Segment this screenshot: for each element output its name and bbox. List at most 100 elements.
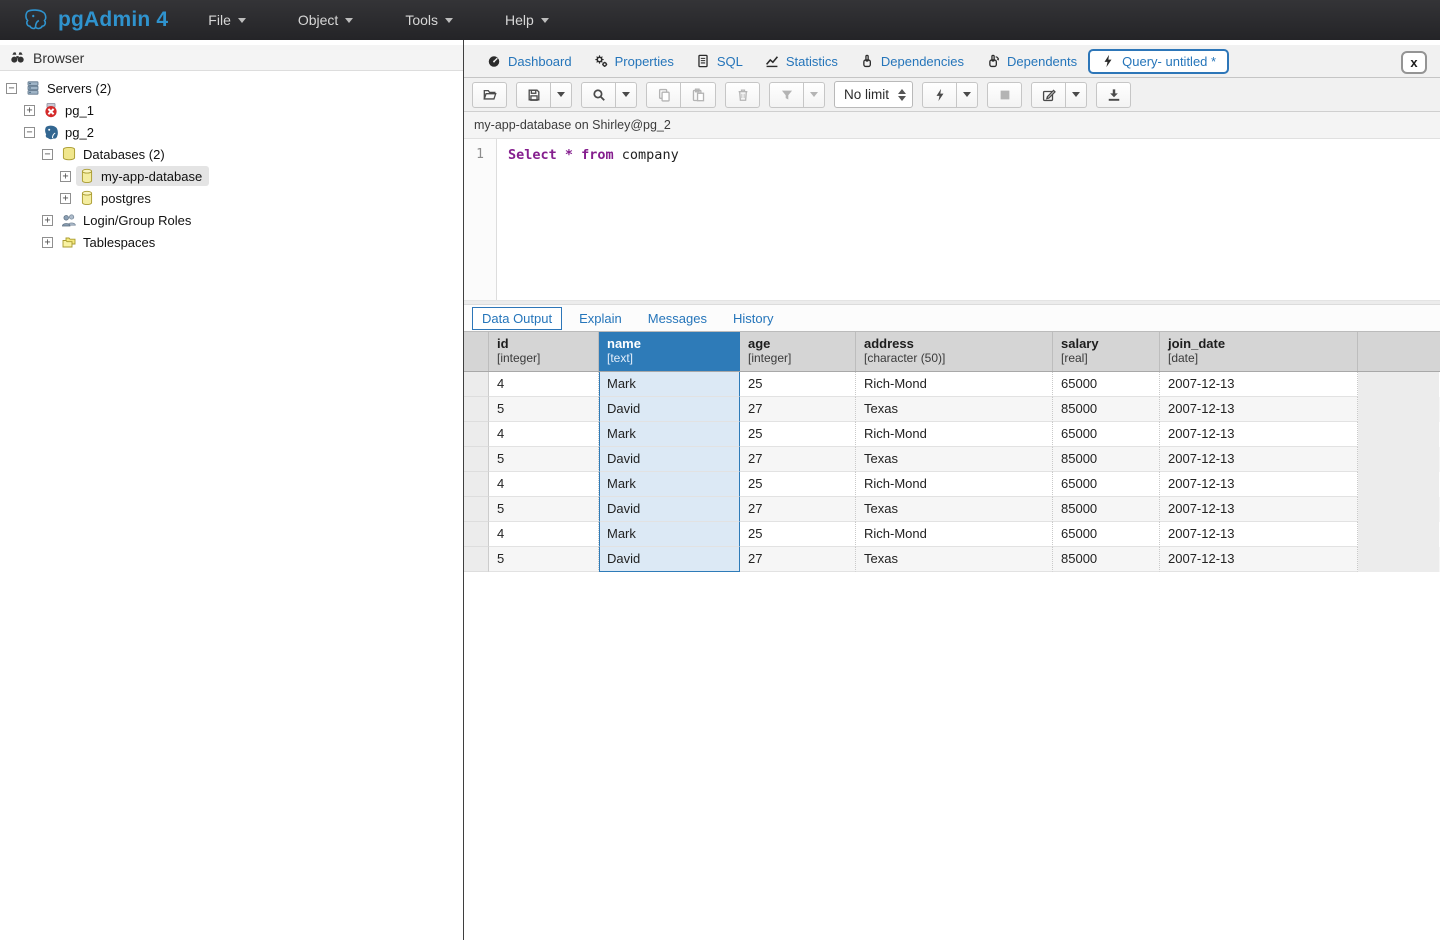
- menu-help[interactable]: Help: [491, 0, 563, 40]
- output-tab-history[interactable]: History: [720, 308, 786, 329]
- tree-node-content[interactable]: Servers (2): [22, 78, 118, 98]
- cell-join_date[interactable]: 2007-12-13: [1160, 547, 1358, 572]
- row-selector-cell[interactable]: [464, 472, 489, 497]
- cell-name[interactable]: Mark: [599, 422, 740, 447]
- grid-corner-cell[interactable]: [464, 332, 489, 371]
- tab-dependents[interactable]: Dependents: [975, 50, 1088, 73]
- execute-button[interactable]: [922, 82, 957, 108]
- find-button[interactable]: [581, 82, 616, 108]
- paste-button[interactable]: [681, 82, 716, 108]
- cell-salary[interactable]: 65000: [1053, 422, 1160, 447]
- tree-node-content[interactable]: Login/Group Roles: [58, 210, 198, 230]
- tree-item-postgres[interactable]: + postgres: [0, 187, 463, 209]
- cell-name[interactable]: Mark: [599, 472, 740, 497]
- menu-tools[interactable]: Tools: [391, 0, 467, 40]
- tree-node-content[interactable]: pg_1: [40, 100, 101, 120]
- tab-dependencies[interactable]: Dependencies: [849, 50, 975, 73]
- menu-file[interactable]: File: [194, 0, 260, 40]
- cell-join_date[interactable]: 2007-12-13: [1160, 472, 1358, 497]
- cell-salary[interactable]: 85000: [1053, 447, 1160, 472]
- cell-address[interactable]: Rich-Mond: [856, 422, 1053, 447]
- cell-id[interactable]: 5: [489, 397, 599, 422]
- column-header-join_date[interactable]: join_date[date]: [1160, 332, 1358, 371]
- copy-button[interactable]: [646, 82, 681, 108]
- menu-object[interactable]: Object: [284, 0, 367, 40]
- cell-name[interactable]: David: [599, 547, 740, 572]
- tree-node-content[interactable]: Tablespaces: [58, 232, 162, 252]
- cell-name[interactable]: Mark: [599, 522, 740, 547]
- tab-statistics[interactable]: Statistics: [754, 50, 849, 73]
- cell-age[interactable]: 25: [740, 522, 856, 547]
- find-options-button[interactable]: [616, 82, 637, 108]
- output-tab-data-output[interactable]: Data Output: [472, 307, 562, 330]
- column-header-salary[interactable]: salary[real]: [1053, 332, 1160, 371]
- open-file-button[interactable]: [472, 82, 507, 108]
- cell-join_date[interactable]: 2007-12-13: [1160, 522, 1358, 547]
- save-options-button[interactable]: [551, 82, 572, 108]
- tree-item-pg-2[interactable]: −pg_2: [0, 121, 463, 143]
- tab-properties[interactable]: Properties: [583, 50, 685, 73]
- cell-address[interactable]: Texas: [856, 547, 1053, 572]
- filter-button[interactable]: [769, 82, 804, 108]
- tab-query-untitled[interactable]: Query- untitled *: [1088, 49, 1229, 74]
- cell-salary[interactable]: 65000: [1053, 522, 1160, 547]
- tree-item-tablespaces[interactable]: + Tablespaces: [0, 231, 463, 253]
- cell-name[interactable]: David: [599, 397, 740, 422]
- cell-age[interactable]: 27: [740, 447, 856, 472]
- column-header-name[interactable]: name[text]: [599, 332, 740, 371]
- tree-node-content[interactable]: Databases (2): [58, 144, 172, 164]
- edit-button[interactable]: [1031, 82, 1066, 108]
- cell-salary[interactable]: 85000: [1053, 397, 1160, 422]
- tree-item-servers-2-[interactable]: −Servers (2): [0, 77, 463, 99]
- cell-address[interactable]: Texas: [856, 447, 1053, 472]
- cell-salary[interactable]: 85000: [1053, 497, 1160, 522]
- output-tab-explain[interactable]: Explain: [566, 308, 635, 329]
- tree-item-my-app-database[interactable]: +my-app-database: [0, 165, 463, 187]
- cell-address[interactable]: Rich-Mond: [856, 522, 1053, 547]
- stop-button[interactable]: [987, 82, 1022, 108]
- cell-name[interactable]: Mark: [599, 372, 740, 397]
- row-selector-cell[interactable]: [464, 522, 489, 547]
- cell-age[interactable]: 27: [740, 397, 856, 422]
- expander-plus-icon[interactable]: +: [42, 215, 53, 226]
- cell-join_date[interactable]: 2007-12-13: [1160, 397, 1358, 422]
- row-selector-cell[interactable]: [464, 372, 489, 397]
- tree-item-databases-2-[interactable]: −Databases (2): [0, 143, 463, 165]
- tree-item-login-group-roles[interactable]: + Login/Group Roles: [0, 209, 463, 231]
- column-header-age[interactable]: age[integer]: [740, 332, 856, 371]
- cell-age[interactable]: 27: [740, 497, 856, 522]
- expander-plus-icon[interactable]: +: [60, 193, 71, 204]
- cell-age[interactable]: 25: [740, 472, 856, 497]
- cell-join_date[interactable]: 2007-12-13: [1160, 422, 1358, 447]
- tab-dashboard[interactable]: Dashboard: [476, 50, 583, 73]
- cell-age[interactable]: 27: [740, 547, 856, 572]
- download-button[interactable]: [1096, 82, 1131, 108]
- cell-address[interactable]: Rich-Mond: [856, 472, 1053, 497]
- execute-options-button[interactable]: [957, 82, 978, 108]
- sql-code-area[interactable]: Select * from company: [497, 139, 1440, 300]
- cell-address[interactable]: Texas: [856, 397, 1053, 422]
- close-panel-button[interactable]: x: [1401, 51, 1427, 74]
- expander-minus-icon[interactable]: −: [24, 127, 35, 138]
- row-selector-cell[interactable]: [464, 497, 489, 522]
- cell-name[interactable]: David: [599, 447, 740, 472]
- filter-options-button[interactable]: [804, 82, 825, 108]
- cell-id[interactable]: 5: [489, 497, 599, 522]
- cell-age[interactable]: 25: [740, 372, 856, 397]
- row-selector-cell[interactable]: [464, 422, 489, 447]
- cell-id[interactable]: 5: [489, 447, 599, 472]
- output-tab-messages[interactable]: Messages: [635, 308, 720, 329]
- tree-node-content[interactable]: postgres: [76, 188, 158, 208]
- cell-salary[interactable]: 65000: [1053, 372, 1160, 397]
- cell-id[interactable]: 4: [489, 522, 599, 547]
- cell-address[interactable]: Texas: [856, 497, 1053, 522]
- row-limit-select[interactable]: No limit: [834, 81, 913, 108]
- cell-id[interactable]: 4: [489, 472, 599, 497]
- expander-plus-icon[interactable]: +: [42, 237, 53, 248]
- delete-button[interactable]: [725, 82, 760, 108]
- row-selector-cell[interactable]: [464, 447, 489, 472]
- expander-minus-icon[interactable]: −: [6, 83, 17, 94]
- cell-join_date[interactable]: 2007-12-13: [1160, 497, 1358, 522]
- column-header-address[interactable]: address[character (50)]: [856, 332, 1053, 371]
- expander-plus-icon[interactable]: +: [24, 105, 35, 116]
